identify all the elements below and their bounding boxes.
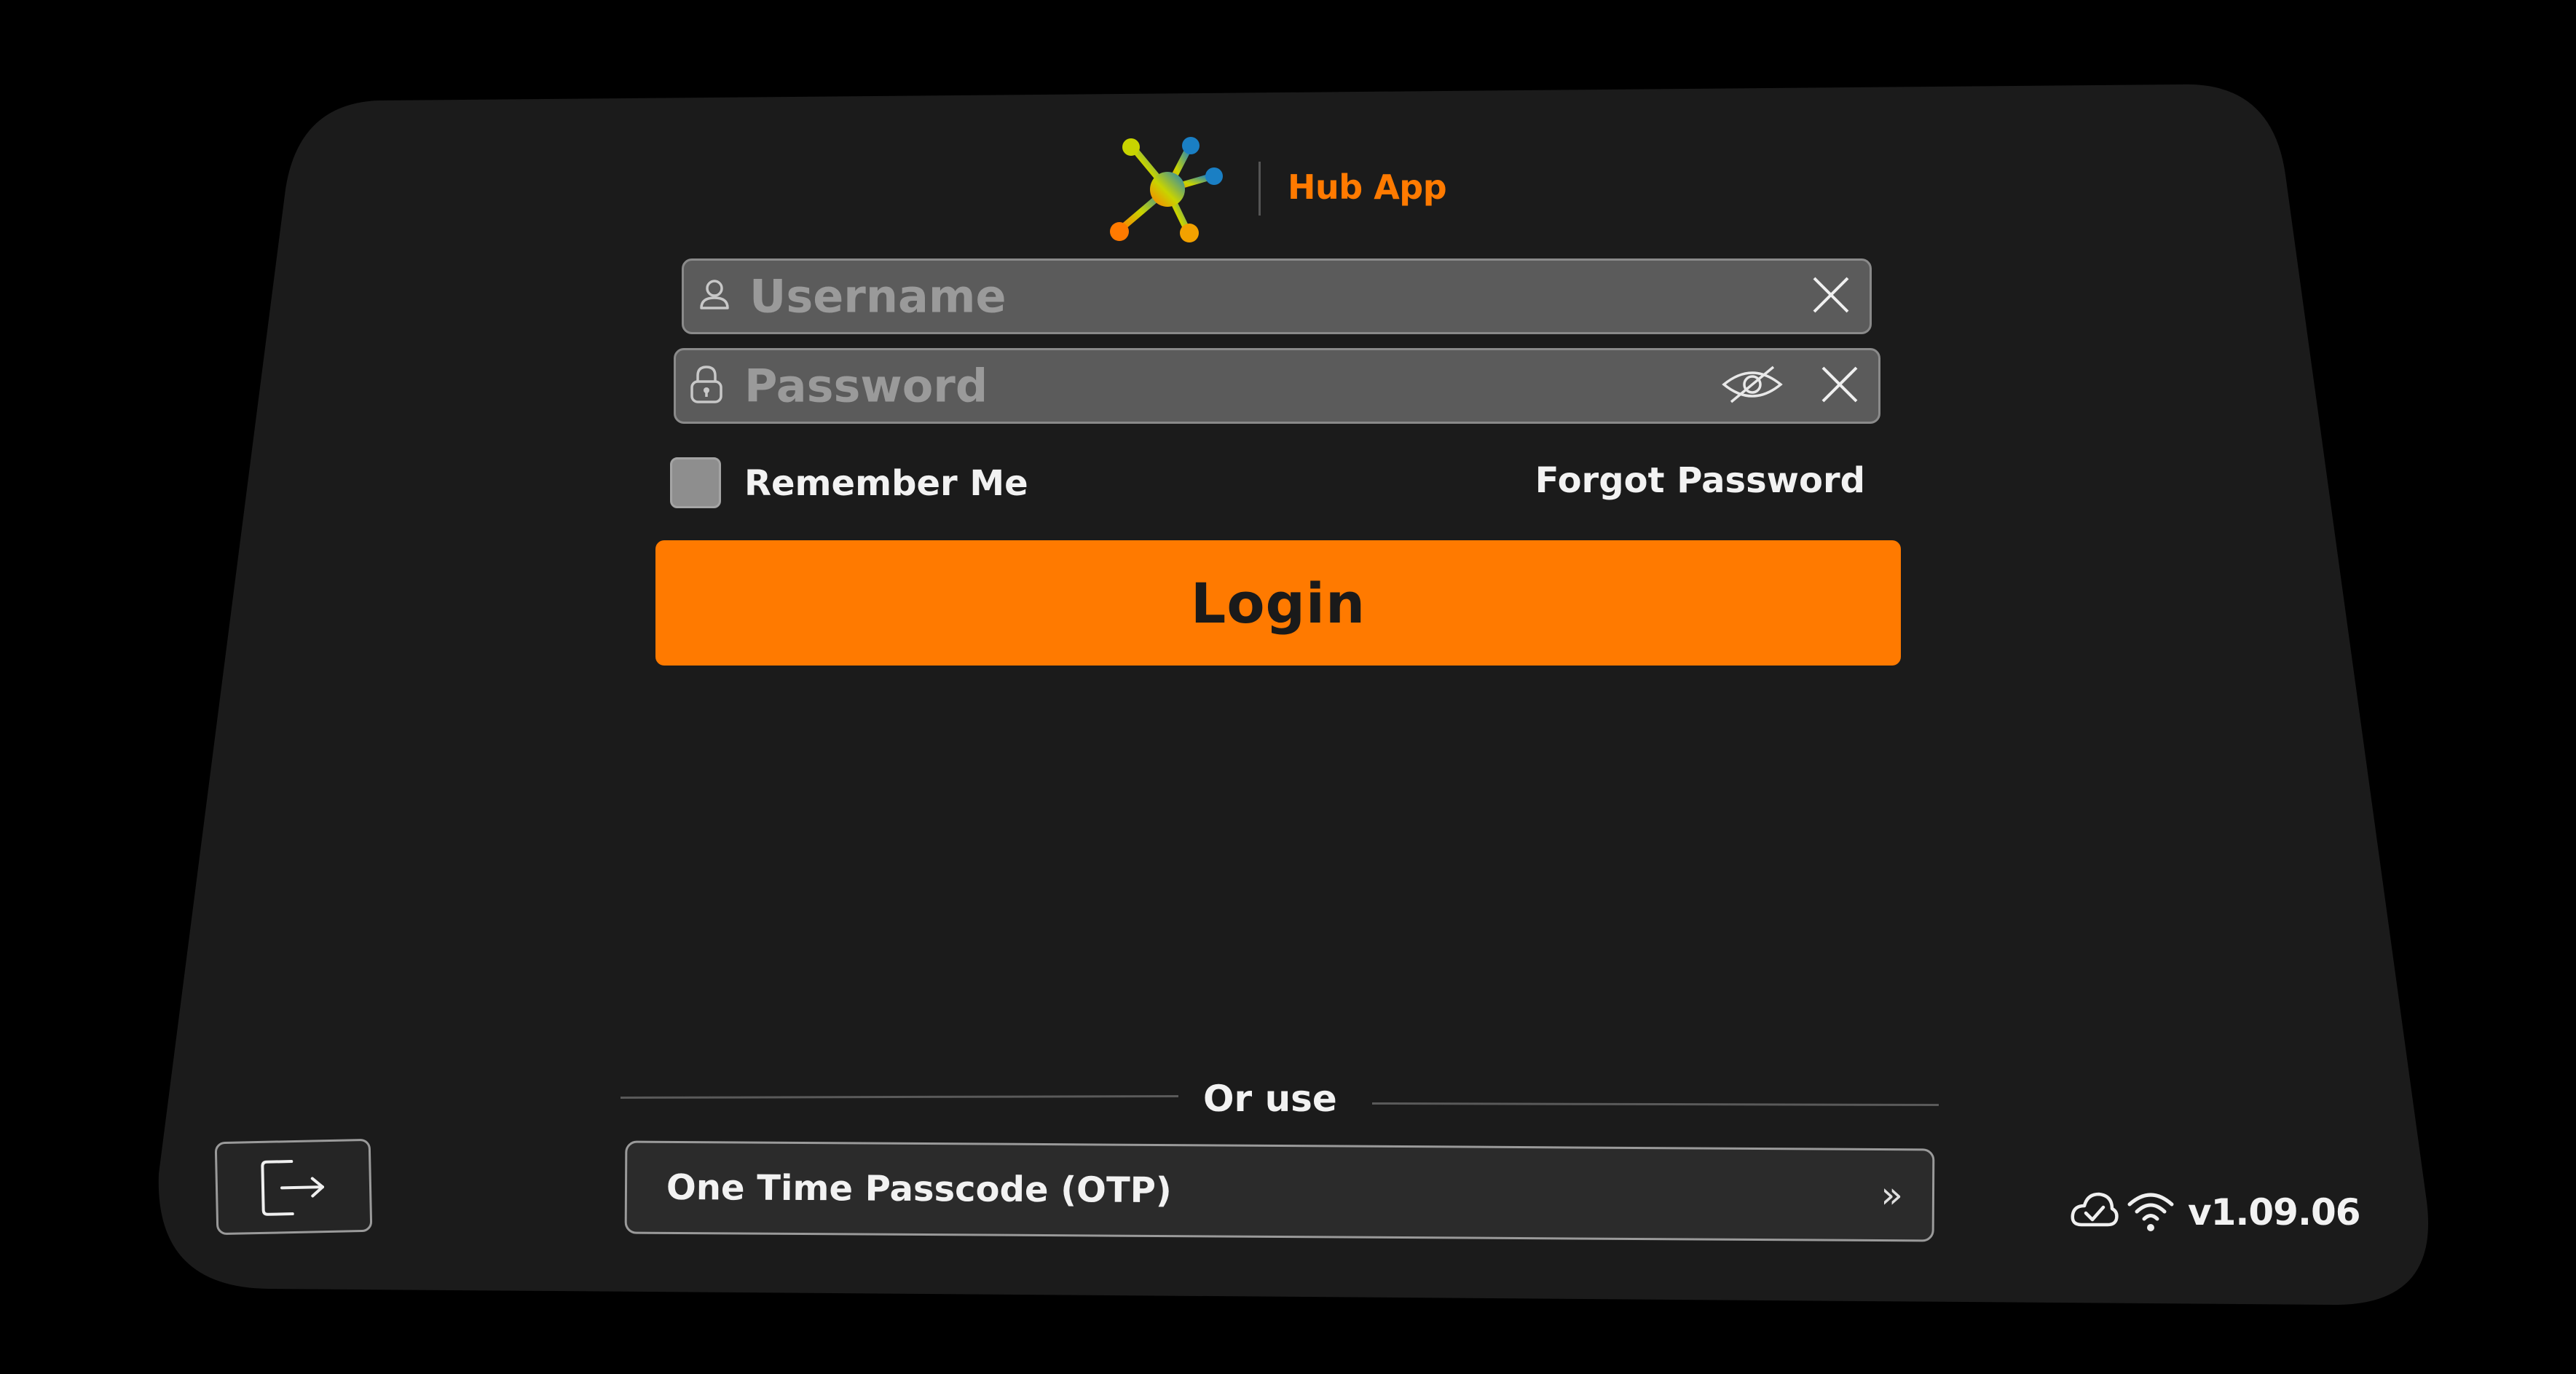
eye-off-icon[interactable] (1721, 364, 1784, 408)
lock-icon (688, 364, 725, 408)
otp-label: One Time Passcode (OTP) (666, 1166, 1172, 1212)
login-button-label: Login (1190, 570, 1366, 636)
cloud-check-icon (2068, 1188, 2119, 1236)
molecule-logo-icon (1103, 131, 1234, 248)
app-name: Hub App (1288, 167, 1447, 207)
login-button[interactable]: Login (655, 540, 1901, 666)
or-use-label: Or use (1203, 1078, 1337, 1120)
version-label: v1.09.06 (2188, 1191, 2361, 1233)
forgot-password-link[interactable]: Forgot Password (1535, 460, 1865, 501)
close-icon[interactable] (1817, 362, 1862, 410)
password-field[interactable]: Password (674, 348, 1880, 424)
chevron-right-icon: » (1880, 1174, 1904, 1217)
close-icon[interactable] (1808, 272, 1854, 320)
username-field[interactable]: Username (682, 258, 1872, 334)
password-input[interactable]: Password (744, 360, 988, 413)
remember-me-label[interactable]: Remember Me (744, 463, 1028, 504)
wifi-icon (2127, 1188, 2175, 1236)
logo-divider (1259, 162, 1261, 216)
otp-button[interactable]: One Time Passcode (OTP) » (624, 1140, 1935, 1242)
exit-button[interactable] (214, 1138, 373, 1236)
status-bar: v1.09.06 (2068, 1180, 2361, 1245)
user-icon (696, 276, 733, 317)
username-input[interactable]: Username (749, 270, 1007, 323)
remember-me-checkbox[interactable] (670, 457, 721, 508)
exit-icon (261, 1160, 325, 1216)
